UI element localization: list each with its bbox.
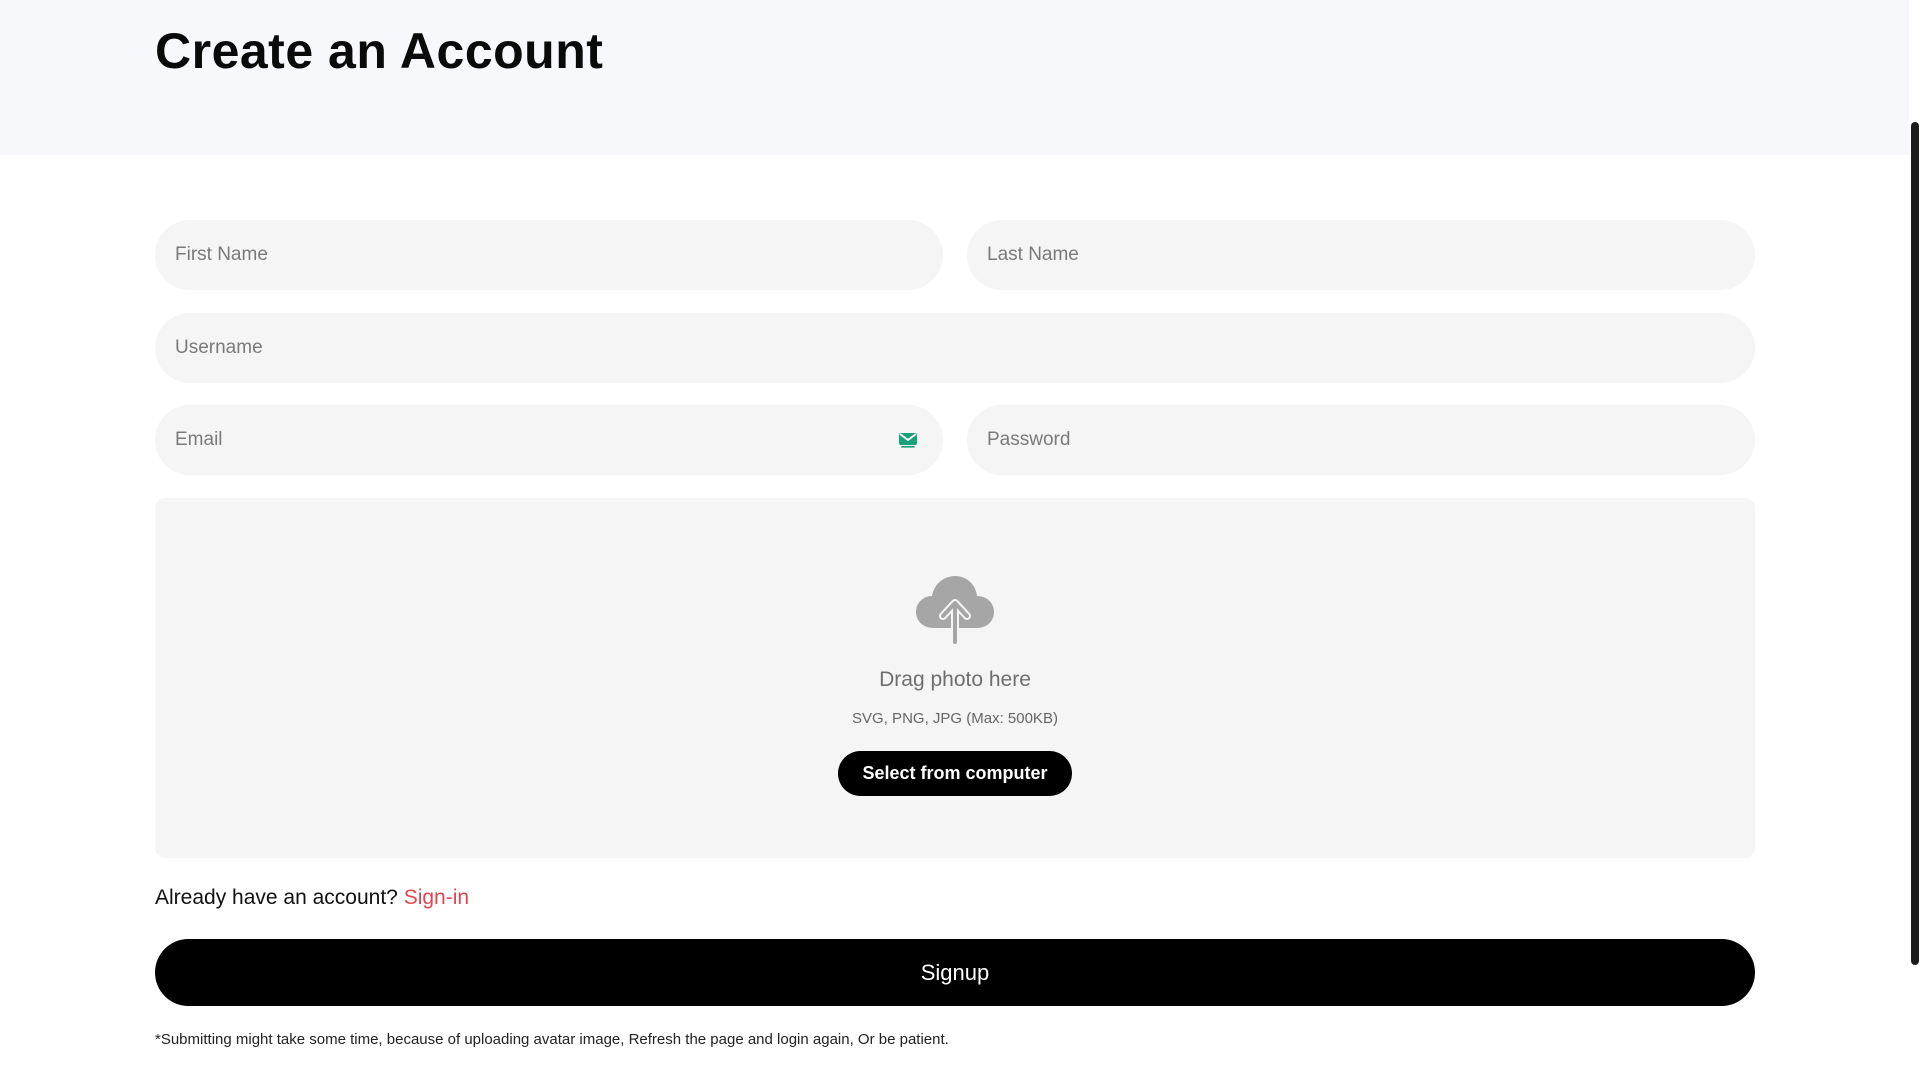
email-badge-icon: [899, 433, 917, 448]
last-name-input[interactable]: [967, 220, 1755, 290]
photo-dropzone[interactable]: Drag photo here SVG, PNG, JPG (Max: 500K…: [155, 498, 1755, 858]
select-from-computer-button[interactable]: Select from computer: [838, 751, 1072, 796]
password-field[interactable]: [967, 405, 1755, 475]
scrollbar-thumb[interactable]: [1911, 122, 1919, 965]
cloud-upload-icon: [916, 576, 994, 644]
drag-photo-text: Drag photo here: [879, 668, 1031, 691]
password-input[interactable]: [967, 405, 1755, 475]
last-name-field[interactable]: [967, 220, 1755, 290]
page-title: Create an Account: [155, 23, 604, 79]
first-name-field[interactable]: [155, 220, 943, 290]
upload-formats-text: SVG, PNG, JPG (Max: 500KB): [852, 710, 1058, 727]
signin-prompt-text: Already have an account?: [155, 886, 398, 909]
signup-button[interactable]: Signup: [155, 939, 1755, 1006]
username-input[interactable]: [155, 313, 1755, 383]
signin-link[interactable]: Sign-in: [404, 886, 469, 909]
header-band: Create an Account: [0, 0, 1909, 155]
submission-footnote: *Submitting might take some time, becaus…: [155, 1031, 949, 1048]
signin-prompt-line: Already have an account? Sign-in: [155, 886, 469, 910]
email-field[interactable]: [155, 405, 943, 475]
first-name-input[interactable]: [155, 220, 943, 290]
signup-page: Create an Account Drag photo here SVG, P…: [0, 0, 1919, 1078]
email-input[interactable]: [155, 405, 943, 475]
username-field[interactable]: [155, 313, 1755, 383]
